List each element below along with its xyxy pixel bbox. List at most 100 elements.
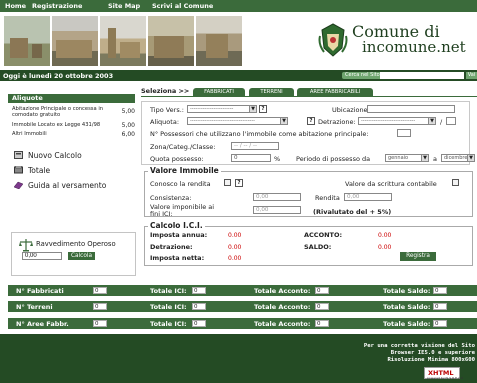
totale-ici-value: 0 (192, 320, 206, 327)
guida-versamento-link[interactable]: Guida al versamento (14, 180, 106, 190)
ubicazione-input[interactable] (367, 105, 455, 113)
totale-ici-label: Totale ICI: (150, 303, 187, 311)
tipo-vers-help-button[interactable]: ? (259, 105, 267, 113)
totale-acconto-value: 0 (315, 320, 329, 327)
totale-saldo-label: Totale Saldo: (383, 320, 431, 328)
detrazione-select[interactable]: ------------------------------ ▼ (358, 117, 436, 125)
consistenza-input[interactable]: 0,00 (253, 193, 301, 201)
totale-saldo-label: Totale Saldo: (383, 303, 431, 311)
imposta-annua-label: Imposta annua: (150, 231, 208, 239)
totale-acconto-label: Totale Acconto: (254, 320, 311, 328)
aliquota-value: 5,00 (121, 122, 135, 129)
xhtml-badge[interactable]: XHTML powered by IS.S.R.E.A.D (424, 367, 464, 380)
periodo-a-select[interactable]: dicembre ▼ (441, 154, 475, 162)
chevron-down-icon: ▼ (280, 118, 287, 124)
detrazione-calc-value: 0.00 (228, 244, 242, 251)
aliquota-label: Aliquota: (150, 118, 180, 126)
imposta-netta-label: Imposta netta: (150, 254, 205, 262)
possessori-label: N° Possessori che utilizzano l'immobile … (150, 130, 369, 138)
totals-row-terreni: N° Terreni 0 Totale ICI: 0 Totale Accont… (8, 301, 477, 312)
nav-scrivi-link[interactable]: Scrivi al Comune (152, 2, 213, 10)
footer-note-line: Per una corretta visione del Sito (363, 343, 475, 349)
acconto-value: 0.00 (378, 232, 392, 239)
nav-site-map-link[interactable]: Site Map (108, 2, 140, 10)
chevron-down-icon: ▼ (428, 118, 435, 124)
totale-ici-label: Totale ICI: (150, 287, 187, 295)
count-value: 0 (93, 287, 107, 294)
nav-registrazione-link[interactable]: Registrazione (32, 2, 82, 10)
totale-saldo-value: 0 (433, 320, 447, 327)
header-photo-strip (4, 16, 242, 66)
periodo-a-label: a (433, 155, 437, 163)
tab-terreni[interactable]: TERRENI (249, 88, 294, 96)
totale-label: Totale (28, 165, 51, 175)
acconto-label: ACCONTO: (304, 231, 343, 239)
footer-note-line: Browser IE5.0 e superiore (390, 350, 475, 356)
aliquota-value: 5,00 (121, 108, 135, 115)
nuovo-calcolo-link[interactable]: Nuovo Calcolo (14, 150, 82, 160)
zona-categ-classe-input[interactable]: -- / -- / -- (231, 142, 279, 150)
totale-link[interactable]: Totale (14, 165, 50, 175)
detrazione-divisor-input[interactable] (446, 117, 456, 125)
city-photo (4, 16, 50, 66)
seleziona-label: Seleziona >> (141, 87, 190, 95)
quota-possesso-label: Quota possesso: (150, 155, 204, 163)
sum-icon (14, 166, 23, 174)
aliquota-row: Altri Immobili 6,00 (12, 131, 135, 139)
zona-categ-classe-label: Zona/Categ./Classe: (150, 143, 216, 151)
calcola-button[interactable]: Calcola (68, 252, 95, 260)
search-go-button[interactable]: Vai (466, 72, 477, 79)
conosco-rendita-label: Conosco la rendita (150, 180, 211, 188)
detrazione-separator: / (440, 118, 443, 126)
scale-icon (19, 239, 33, 252)
tab-aree-fabbricabili[interactable]: AREE FABBRICABILI (297, 88, 373, 96)
site-search-input[interactable] (380, 72, 464, 79)
imposta-annua-value: 0.00 (228, 232, 242, 239)
aliquota-row: Abitazione Principale o concessa in como… (12, 106, 135, 119)
saldo-value: 0.00 (378, 244, 392, 251)
city-photo (148, 16, 194, 66)
registra-button[interactable]: Registra (400, 252, 436, 261)
consistenza-label: Consistenza: (150, 194, 192, 202)
quota-possesso-input[interactable]: 0 (231, 154, 271, 162)
scrittura-contabile-label: Valore da scrittura contabile (345, 180, 437, 188)
ravvedimento-label: Ravvedimento Operoso (36, 240, 116, 248)
totale-ici-value: 0 (192, 287, 206, 294)
crest-icon (318, 23, 348, 57)
periodo-da-select[interactable]: gennaio ▼ (385, 154, 429, 162)
ravvedimento-input[interactable] (22, 252, 62, 260)
tab-divider (141, 96, 477, 97)
scrittura-contabile-checkbox[interactable] (452, 179, 459, 186)
tipo-vers-select[interactable]: ------------------------ ▼ (187, 105, 257, 113)
conosco-rendita-checkbox[interactable] (224, 179, 231, 186)
rendita-input[interactable]: 0,00 (344, 193, 392, 201)
valore-ici-label-2: fini ICI: (150, 210, 173, 218)
totals-row-label: N° Aree Fabbr. (16, 320, 69, 328)
tab-fabbricati[interactable]: FABBRICATI (193, 88, 245, 96)
brand-subtitle: incomune.net (362, 38, 466, 56)
totale-ici-value: 0 (192, 303, 206, 310)
chevron-down-icon: ▼ (467, 155, 474, 161)
quota-unit: % (274, 155, 281, 163)
aliquota-row: Immobile Locato ex Legge 431/98 5,00 (12, 122, 135, 130)
detrazione-calc-label: Detrazione: (150, 243, 193, 251)
detrazione-label: Detrazione: (318, 118, 356, 126)
xhtml-badge-sub: powered by IS.S.R.E.A.D (427, 376, 464, 380)
current-date: Oggi è lunedì 20 ottobre 2003 (3, 72, 114, 80)
totals-row-fabbricati: N° Fabbricati 0 Totale ICI: 0 Totale Acc… (8, 285, 477, 296)
aliquota-select[interactable]: ------------------------------------ ▼ (187, 117, 288, 125)
search-label: Cerca nel Sito (342, 72, 383, 79)
periodo-possesso-label: Periodo di possesso da (296, 155, 371, 163)
valore-ici-input: 0,00 (253, 206, 301, 214)
guida-versamento-label: Guida al versamento (28, 180, 107, 190)
totale-saldo-label: Totale Saldo: (383, 287, 431, 295)
count-value: 0 (93, 303, 107, 310)
totale-acconto-value: 0 (315, 287, 329, 294)
imposta-netta-value: 0.00 (228, 255, 242, 262)
rendita-help-button[interactable]: ? (235, 179, 243, 187)
aliquote-heading: Aliquote (8, 94, 135, 103)
detrazione-help-button[interactable]: ? (307, 117, 315, 125)
tipo-vers-label: Tipo Vers.: (150, 106, 185, 114)
nav-home-link[interactable]: Home (5, 2, 26, 10)
possessori-input[interactable] (397, 129, 411, 137)
